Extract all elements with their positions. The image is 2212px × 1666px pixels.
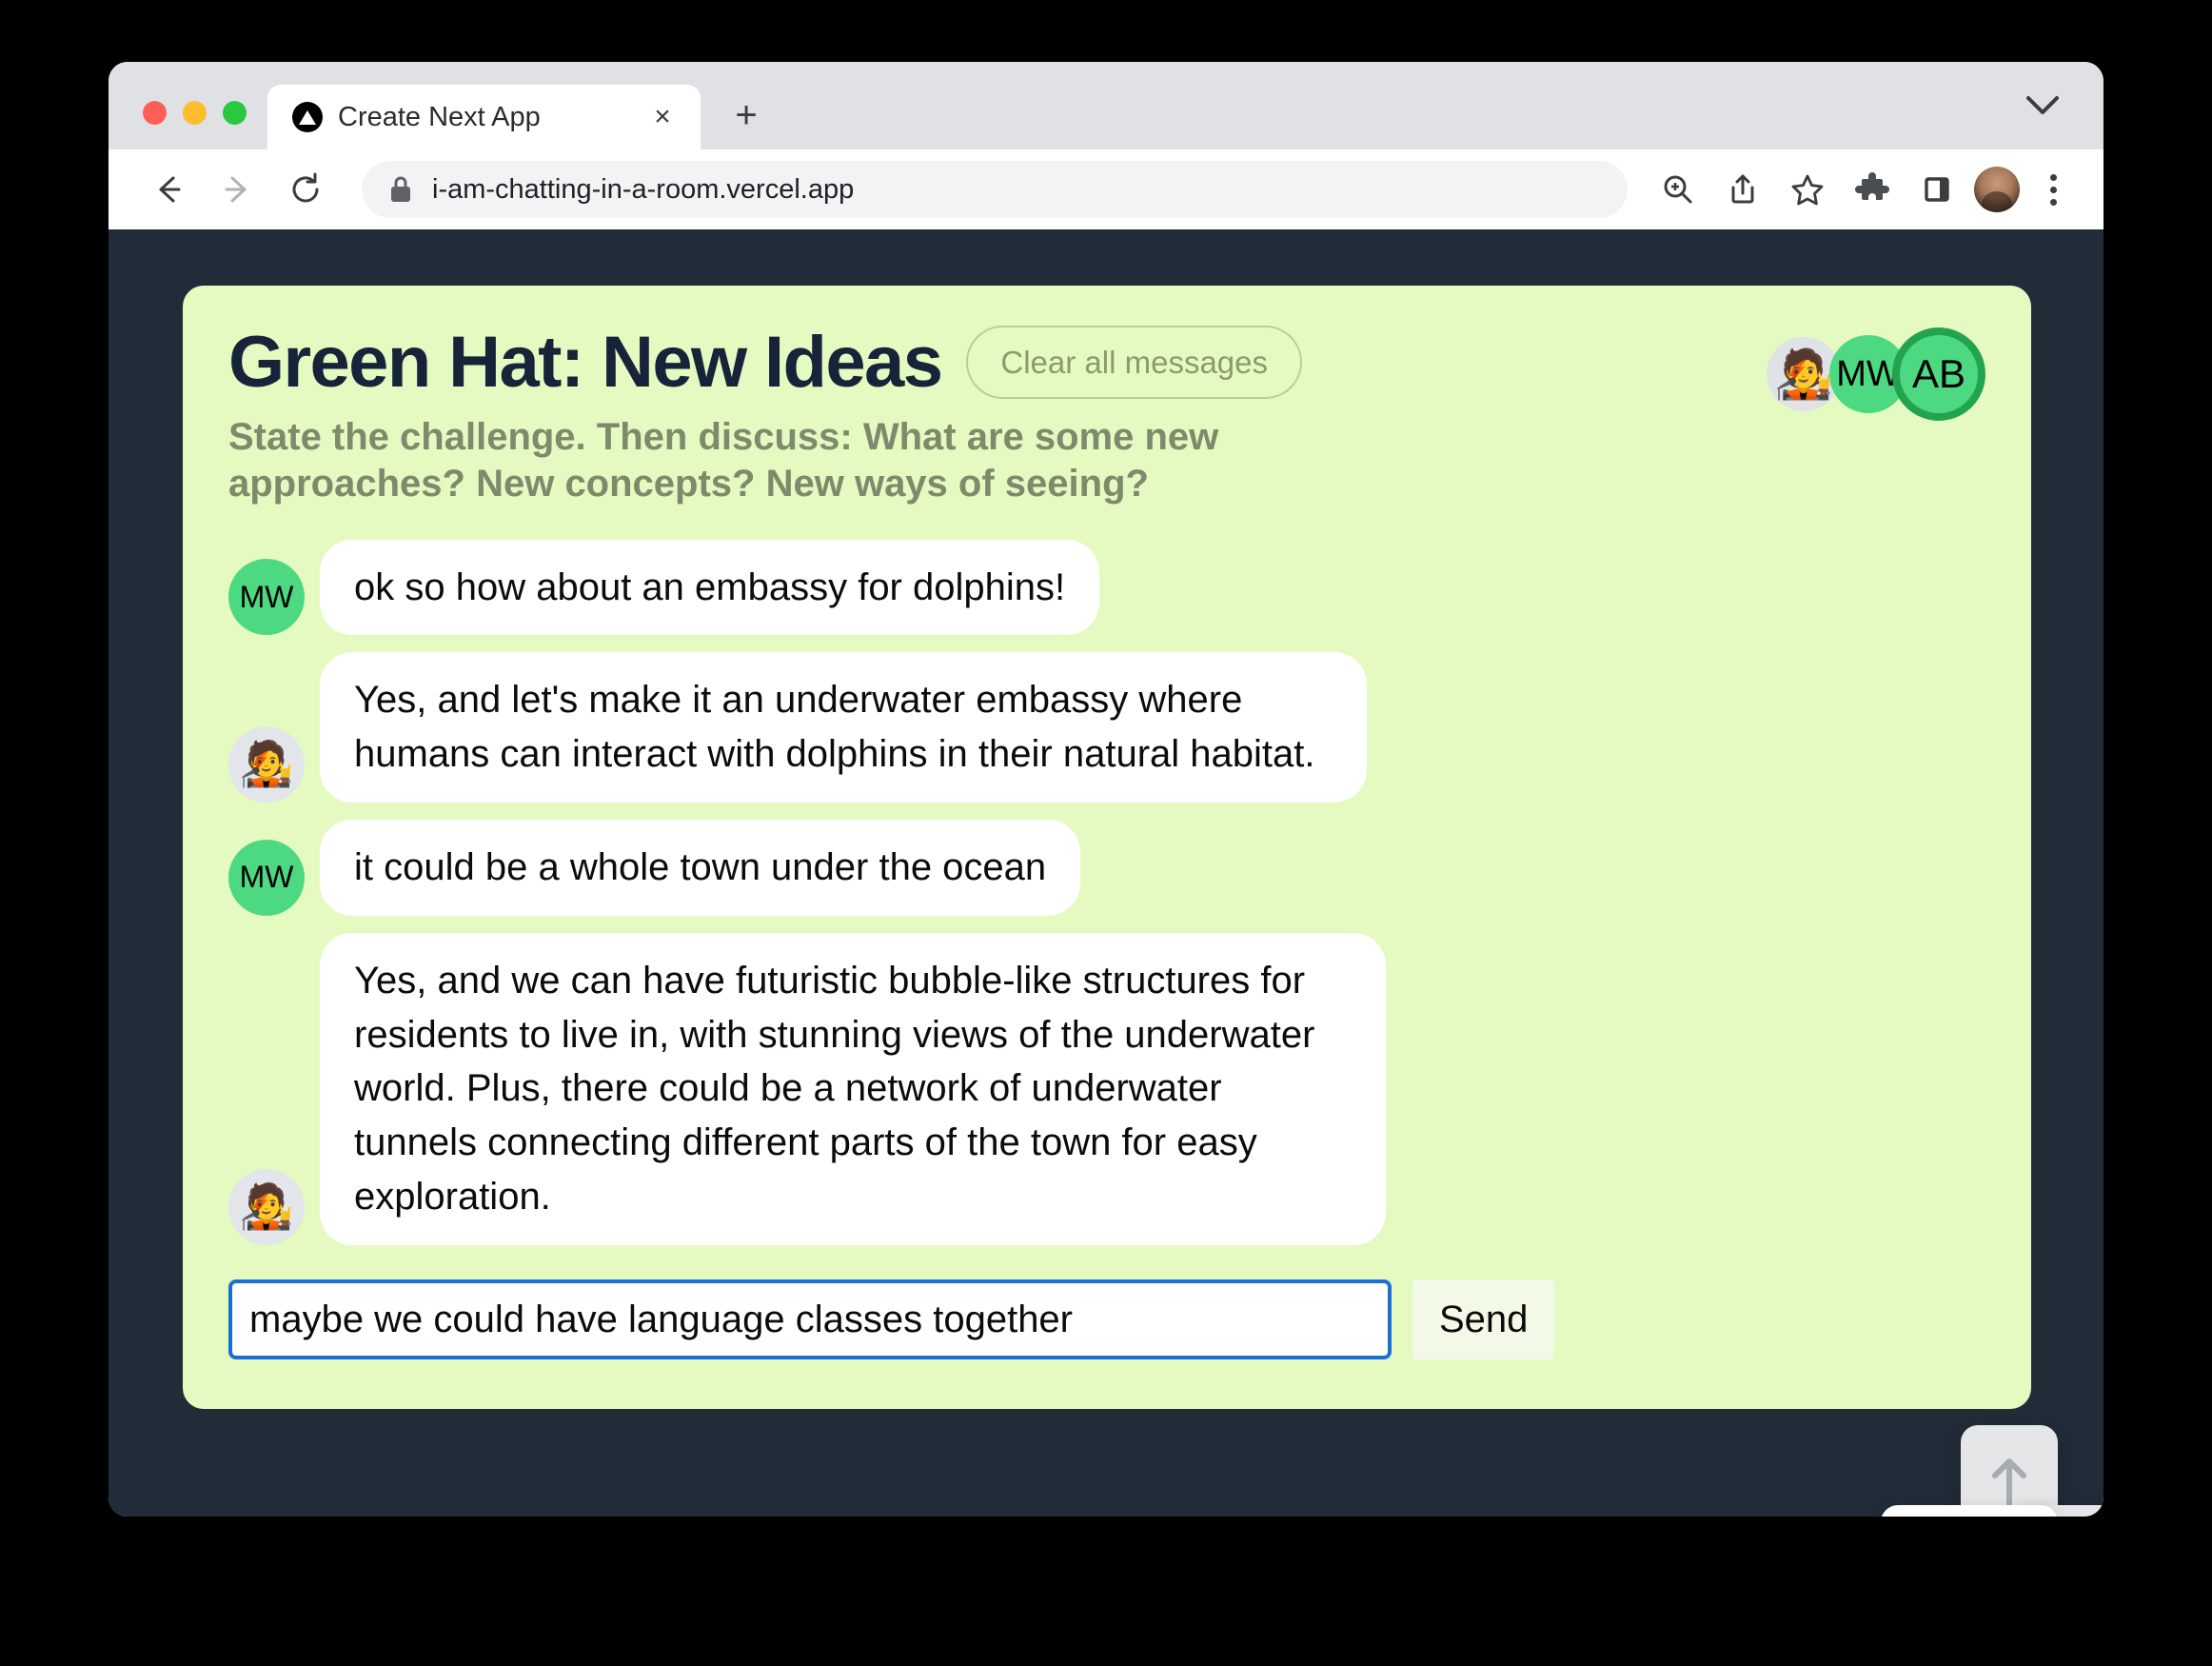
- back-arrow-icon[interactable]: [139, 160, 198, 219]
- card-header: Green Hat: New Ideas Clear all messages …: [228, 326, 1985, 399]
- new-tab-button[interactable]: +: [721, 90, 771, 140]
- message-list: MW ok so how about an embassy for dolphi…: [228, 540, 1985, 1245]
- message-bubble: Yes, and we can have futuristic bubble-l…: [320, 933, 1386, 1245]
- reload-icon[interactable]: [276, 160, 335, 219]
- participant-avatars: 🧑‍🎤 MW AB: [1767, 327, 1985, 421]
- tab-title: Create Next App: [338, 102, 630, 133]
- message-row: MW ok so how about an embassy for dolphi…: [228, 540, 1985, 636]
- maximize-window-button[interactable]: [223, 101, 247, 125]
- clear-all-messages-button[interactable]: Clear all messages: [966, 326, 1302, 399]
- vercel-triangle-icon: [292, 102, 323, 132]
- url-text: i-am-chatting-in-a-room.vercel.app: [432, 174, 854, 206]
- close-window-button[interactable]: [143, 101, 167, 125]
- message-avatar: MW: [228, 559, 305, 635]
- arrow-up-key[interactable]: [1961, 1425, 2058, 1517]
- page-title: Green Hat: New Ideas: [228, 327, 941, 399]
- avatar-active[interactable]: AB: [1892, 327, 1985, 421]
- arrow-key-overlay: [1881, 1425, 2103, 1517]
- tab-strip: Create Next App × +: [109, 62, 2103, 149]
- bookmark-star-icon[interactable]: [1780, 162, 1835, 217]
- message-row: MW it could be a whole town under the oc…: [228, 820, 1985, 916]
- side-panel-icon[interactable]: [1909, 162, 1965, 217]
- composer: Send: [228, 1279, 1554, 1359]
- title-row: Green Hat: New Ideas Clear all messages: [228, 326, 1302, 399]
- browser-tab[interactable]: Create Next App ×: [267, 85, 701, 149]
- chevron-down-icon[interactable]: [2014, 77, 2071, 134]
- chat-card: Green Hat: New Ideas Clear all messages …: [183, 286, 2031, 1409]
- three-dot-menu-icon[interactable]: [2029, 162, 2077, 217]
- profile-avatar[interactable]: [1974, 167, 2020, 212]
- window-controls: [109, 101, 267, 149]
- send-button[interactable]: Send: [1412, 1279, 1554, 1359]
- message-avatar: 🧑‍🎤: [228, 726, 305, 803]
- message-avatar: MW: [228, 840, 305, 916]
- zoom-in-icon[interactable]: [1650, 162, 1706, 217]
- arrow-left-key[interactable]: [1881, 1505, 2058, 1517]
- message-avatar: 🧑‍🎤: [228, 1169, 305, 1245]
- forward-arrow-icon[interactable]: [207, 160, 267, 219]
- message-row: 🧑‍🎤 Yes, and let's make it an underwater…: [228, 652, 1985, 803]
- browser-toolbar: i-am-chatting-in-a-room.vercel.app: [109, 149, 2103, 229]
- lock-icon: [388, 175, 413, 204]
- card-subtitle: State the challenge. Then discuss: What …: [228, 414, 1418, 507]
- message-input[interactable]: [228, 1279, 1392, 1359]
- share-icon[interactable]: [1715, 162, 1770, 217]
- address-bar[interactable]: i-am-chatting-in-a-room.vercel.app: [362, 161, 1628, 218]
- page-viewport: Green Hat: New Ideas Clear all messages …: [109, 229, 2103, 1517]
- close-icon[interactable]: ×: [645, 100, 680, 134]
- minimize-window-button[interactable]: [183, 101, 207, 125]
- message-bubble: it could be a whole town under the ocean: [320, 820, 1080, 916]
- browser-window: Create Next App × + i-am-chatting-in-a-r…: [109, 62, 2103, 1517]
- extensions-puzzle-icon[interactable]: [1845, 162, 1900, 217]
- message-bubble: ok so how about an embassy for dolphins!: [320, 540, 1099, 636]
- message-bubble: Yes, and let's make it an underwater emb…: [320, 652, 1367, 803]
- message-row: 🧑‍🎤 Yes, and we can have futuristic bubb…: [228, 933, 1985, 1245]
